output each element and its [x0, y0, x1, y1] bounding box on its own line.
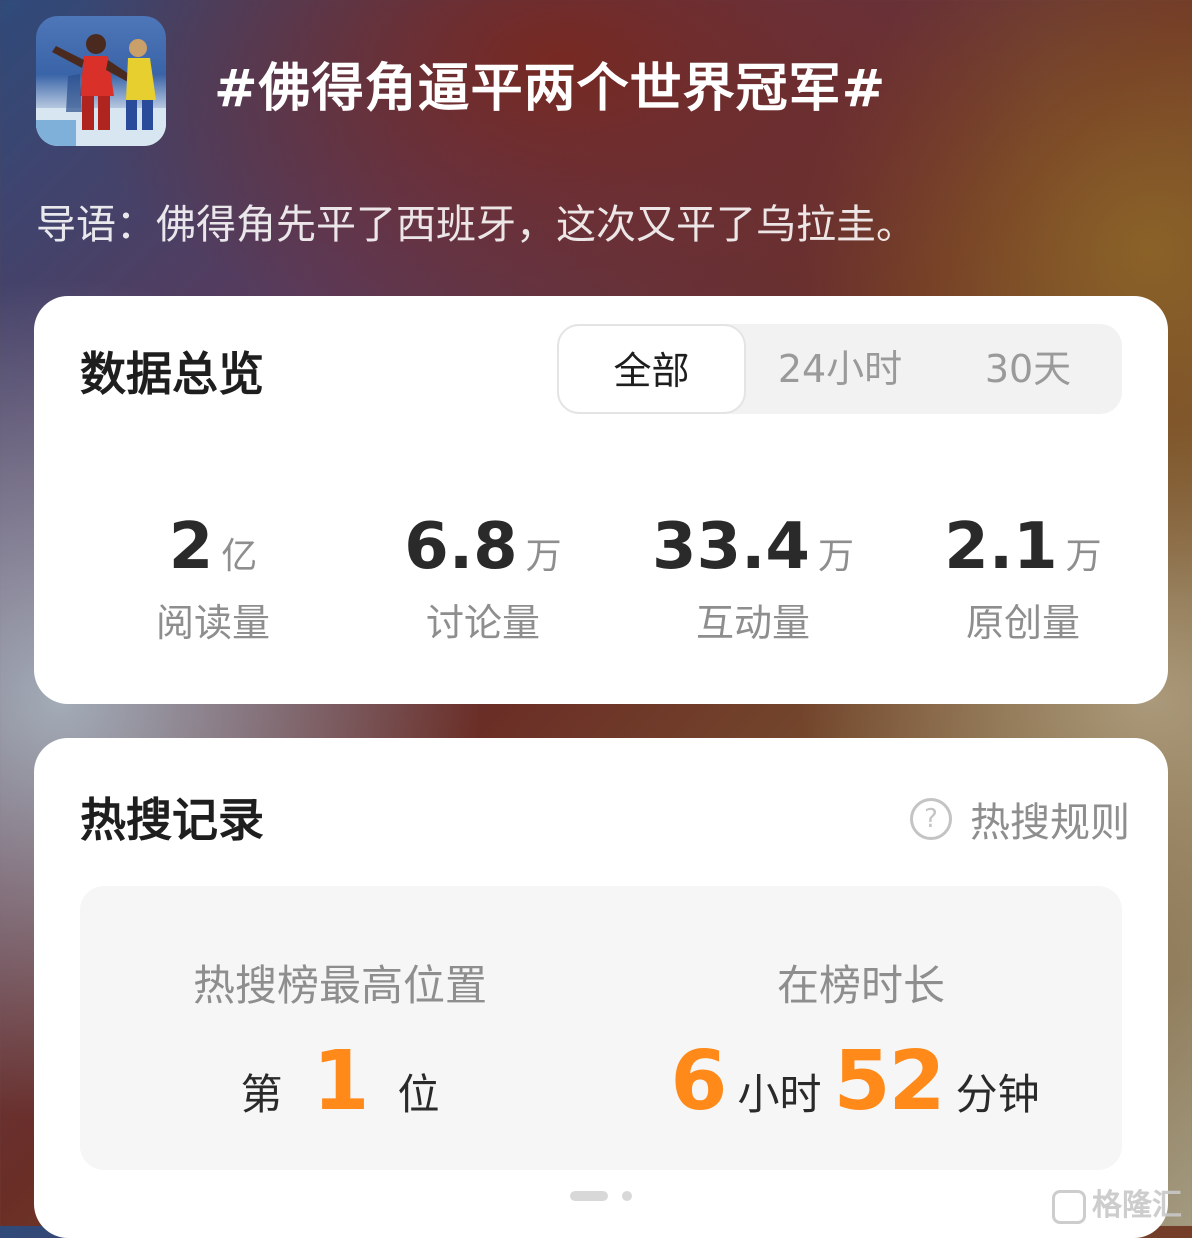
page-indicator — [570, 1185, 632, 1204]
duration-value-row: 6 小时 52 分钟 — [600, 1034, 1122, 1129]
stat-discussions: 6.8 万 讨论量 — [358, 512, 608, 647]
tab-24h[interactable]: 24小时 — [746, 324, 934, 414]
stat-interactions: 33.4 万 互动量 — [628, 512, 878, 647]
position-value: 1 — [312, 1034, 369, 1129]
minutes-unit: 分钟 — [955, 1070, 1040, 1119]
overview-title: 数据总览 — [80, 347, 264, 401]
duration-hours: 6 — [670, 1034, 727, 1129]
tab-all[interactable]: 全部 — [557, 324, 746, 414]
stat-unit: 亿 — [221, 536, 258, 577]
topic-title: #佛得角逼平两个世界冠军# — [214, 59, 887, 119]
stat-unit: 万 — [525, 536, 562, 577]
position-suffix: 位 — [397, 1070, 440, 1119]
rules-label: 热搜规则 — [970, 800, 1130, 846]
hours-unit: 小时 — [737, 1070, 822, 1119]
football-players-image — [36, 34, 166, 146]
tab-30d[interactable]: 30天 — [934, 324, 1122, 414]
hot-search-title: 热搜记录 — [80, 793, 264, 847]
help-circle-icon: ? — [910, 798, 952, 840]
highest-position: 热搜榜最高位置 第1位 — [80, 886, 600, 1170]
topic-intro: 导语：佛得角先平了西班牙，这次又平了乌拉圭。 — [36, 202, 916, 248]
stat-originals: 2.1 万 原创量 — [898, 512, 1148, 647]
page-dot — [622, 1190, 632, 1201]
topic-thumbnail — [36, 16, 166, 146]
stat-label: 互动量 — [695, 601, 810, 645]
position-prefix: 第 — [240, 1070, 283, 1119]
stat-value: 2 — [168, 510, 214, 584]
hot-search-rules-link[interactable]: ? 热搜规则 — [910, 790, 1130, 848]
stat-value: 33.4 — [652, 510, 810, 584]
stat-unit: 万 — [817, 536, 854, 577]
page-dot-active — [570, 1190, 608, 1201]
data-overview-card: 数据总览 全部 24小时 30天 2亿 阅读量 6.8 万 讨论量 33.4 万 互… — [34, 296, 1168, 704]
stat-label: 原创量 — [965, 601, 1080, 645]
hot-search-card: 热搜记录 ? 热搜规则 热搜榜最高位置 第1位 在榜时长 6 小时 52 分钟 — [34, 738, 1168, 1238]
watermark-text: 格隆汇 — [1092, 1188, 1182, 1223]
watermark: 格隆汇 — [1052, 1180, 1182, 1224]
stat-label: 讨论量 — [425, 601, 540, 645]
stat-value: 2.1 — [944, 510, 1058, 584]
duration-minutes: 52 — [833, 1034, 945, 1129]
duration-label: 在榜时长 — [776, 961, 945, 1010]
stat-label: 阅读量 — [155, 601, 270, 645]
stat-value: 6.8 — [404, 510, 518, 584]
highest-position-value-row: 第1位 — [80, 1034, 600, 1129]
on-list-duration: 在榜时长 6 小时 52 分钟 — [600, 886, 1122, 1170]
watermark-logo-icon — [1052, 1189, 1086, 1224]
time-range-tabs: 全部 24小时 30天 — [557, 324, 1122, 414]
highest-position-label: 热搜榜最高位置 — [192, 961, 487, 1010]
stat-unit: 万 — [1065, 536, 1102, 577]
hot-search-stats-panel: 热搜榜最高位置 第1位 在榜时长 6 小时 52 分钟 — [80, 886, 1122, 1170]
stat-reads: 2亿 阅读量 — [88, 512, 338, 647]
